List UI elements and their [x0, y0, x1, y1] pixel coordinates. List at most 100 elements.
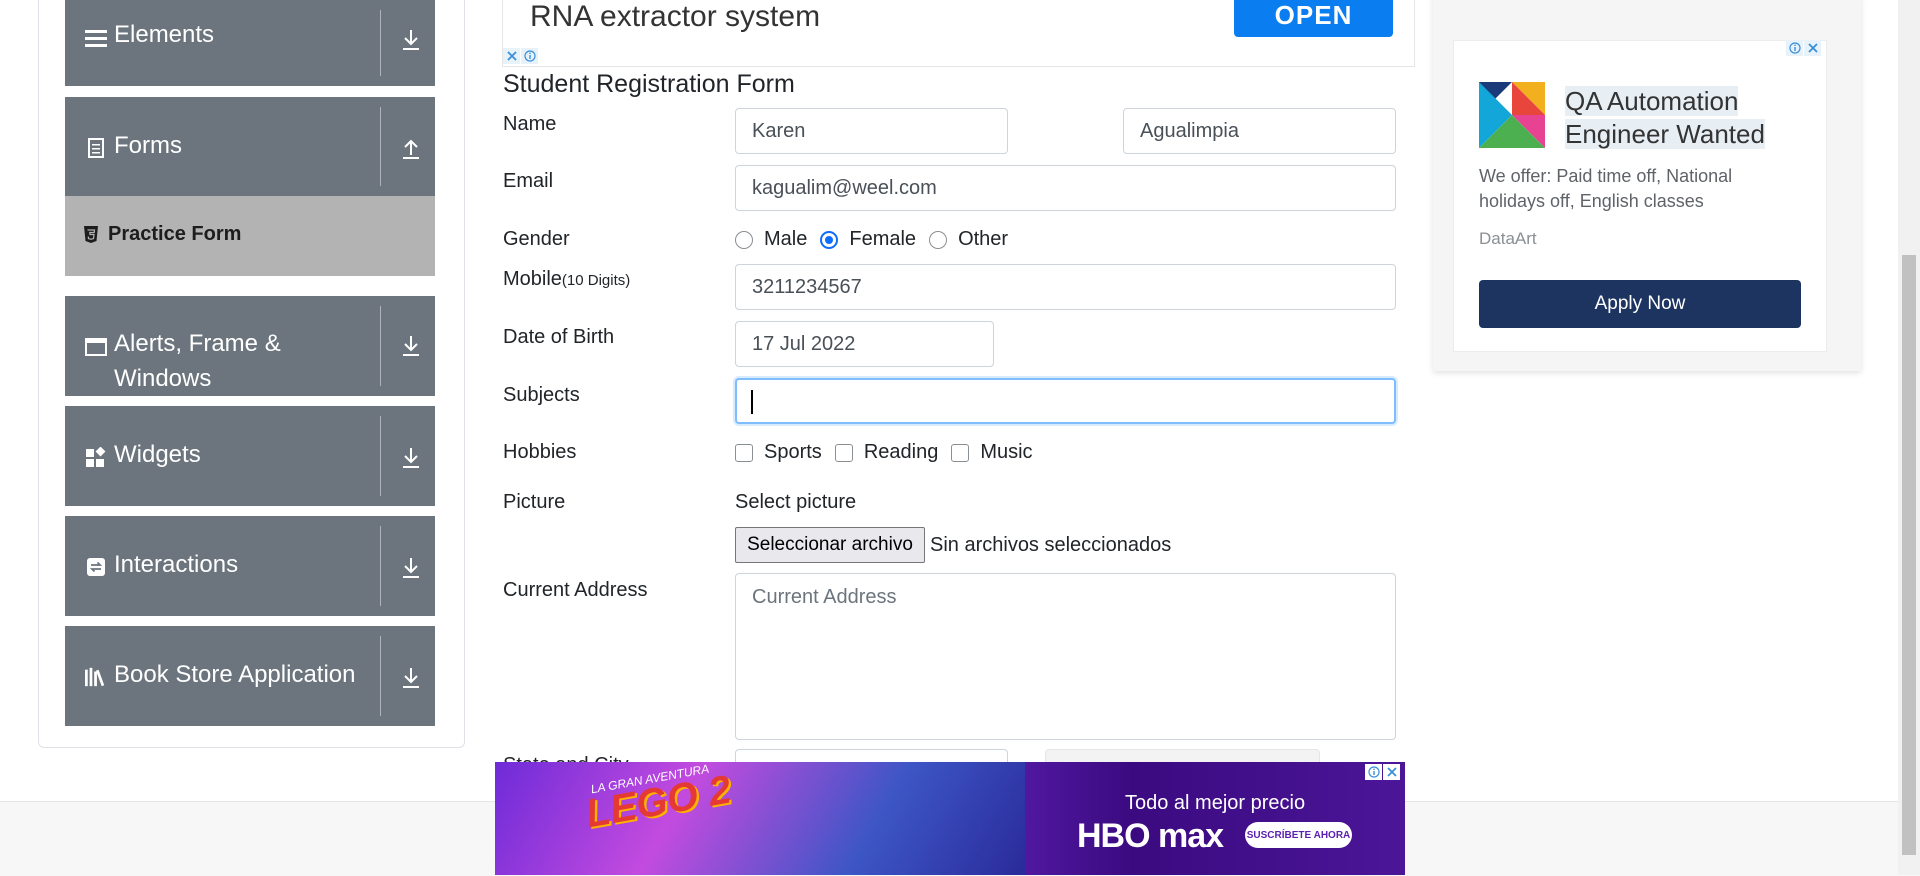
checkbox-music[interactable]: [951, 443, 970, 462]
email-label: Email: [503, 170, 554, 192]
hobbies-label: Hobbies: [503, 441, 577, 463]
download-arrow-icon[interactable]: [398, 444, 424, 472]
choose-file-button[interactable]: Seleccionar archivo: [735, 527, 925, 563]
upload-arrow-icon[interactable]: [398, 135, 424, 163]
hobby-reading[interactable]: Reading: [834, 441, 939, 464]
mobile-input[interactable]: 3211234567: [735, 264, 1396, 310]
text-caret: [751, 390, 753, 414]
dataart-logo-icon: [1479, 82, 1545, 148]
info-icon[interactable]: [1786, 40, 1803, 56]
ad-open-button[interactable]: OPEN: [1234, 0, 1393, 37]
sidebar-item-practice-form[interactable]: Practice Form: [65, 196, 435, 276]
widgets-icon: [85, 446, 107, 468]
sidebar-group-label: Elements: [114, 21, 215, 48]
hobby-sports[interactable]: Sports: [735, 441, 822, 464]
name-label: Name: [503, 113, 557, 135]
divider: [380, 636, 381, 716]
divider: [380, 526, 381, 606]
sidebar-group-widgets[interactable]: Widgets: [65, 406, 435, 506]
file-status-text: Sin archivos seleccionados: [930, 534, 1172, 556]
radio-label: Male: [764, 228, 808, 250]
close-icon[interactable]: [1383, 764, 1400, 780]
ad-brand-logo: HBO max: [1077, 817, 1224, 855]
info-icon[interactable]: [1365, 764, 1382, 780]
sidebar-group-label: Interactions: [114, 551, 239, 578]
sidebar-group-label: Alerts, Frame &: [114, 330, 281, 357]
mobile-label-text: Mobile: [503, 268, 562, 290]
divider: [380, 107, 381, 186]
divider: [380, 416, 381, 496]
mobile-hint: (10 Digits): [561, 272, 631, 289]
ad-choices[interactable]: [1786, 40, 1821, 56]
hamburger-icon: [85, 27, 107, 49]
download-arrow-icon[interactable]: [398, 664, 424, 692]
dob-label: Date of Birth: [503, 326, 615, 348]
close-icon[interactable]: [503, 48, 520, 64]
top-ad-banner[interactable]: RNA extractor system OPEN: [502, 0, 1415, 67]
ad-brand: DataArt: [1479, 229, 1537, 248]
email-input[interactable]: kagualim@weel.com: [735, 165, 1396, 211]
divider: [380, 10, 381, 76]
gender-option-female[interactable]: Female: [820, 228, 916, 251]
checkbox-label: Sports: [764, 441, 822, 463]
current-address-label: Current Address: [503, 579, 648, 601]
interactions-icon: [85, 556, 107, 578]
ad-promo-text: Todo al mejor precio: [1125, 792, 1306, 814]
sidebar-group-label: Forms: [114, 132, 182, 159]
gender-option-other[interactable]: Other: [929, 228, 1008, 251]
right-ad-card[interactable]: QA Automation Engineer Wanted We offer: P…: [1453, 40, 1827, 352]
subjects-input[interactable]: [735, 378, 1396, 424]
html5-icon: [83, 226, 99, 244]
gender-label: Gender: [503, 228, 570, 250]
ad-choices[interactable]: [503, 48, 538, 64]
checkbox-label: Reading: [863, 441, 939, 463]
date-of-birth-input[interactable]: 17 Jul 2022: [735, 321, 994, 367]
subscribe-button[interactable]: SUSCRÍBETE AHORA: [1245, 822, 1352, 848]
subjects-label: Subjects: [503, 384, 580, 406]
radio-male[interactable]: [735, 230, 753, 249]
first-name-input[interactable]: Karen: [735, 108, 1008, 154]
picture-label: Picture: [503, 491, 566, 513]
apply-now-button[interactable]: Apply Now: [1479, 280, 1801, 328]
last-name-input[interactable]: Agualimpia: [1123, 108, 1396, 154]
radio-label: Other: [958, 228, 1009, 250]
hobbies-options: Sports Reading Music: [735, 441, 1046, 464]
sidebar-group-forms[interactable]: Forms: [65, 97, 435, 196]
sidebar-group-label: Widgets: [114, 441, 201, 468]
ad-title-line2: Engineer Wanted: [1565, 119, 1765, 149]
download-arrow-icon[interactable]: [398, 332, 424, 360]
window-icon: [85, 336, 107, 358]
close-icon[interactable]: [1804, 40, 1821, 56]
gender-option-male[interactable]: Male: [735, 228, 807, 251]
sidebar-group-elements[interactable]: Elements: [65, 0, 435, 86]
sidebar-group-label: Book Store Application: [114, 661, 356, 688]
ad-headline: RNA extractor system: [530, 0, 821, 33]
info-icon[interactable]: [521, 48, 538, 64]
divider: [380, 306, 381, 386]
books-icon: [85, 666, 107, 688]
ad-choices[interactable]: [1365, 764, 1400, 780]
sidebar-group-book-store[interactable]: Book Store Application: [65, 626, 435, 726]
current-address-textarea[interactable]: Current Address: [735, 573, 1396, 740]
sidebar-item-label: Practice Form: [108, 223, 242, 245]
form-title: Student Registration Form: [503, 70, 795, 98]
download-arrow-icon[interactable]: [398, 554, 424, 582]
hobby-music[interactable]: Music: [951, 441, 1033, 464]
scrollbar-thumb[interactable]: [1902, 255, 1916, 855]
document-icon: [85, 137, 107, 159]
mobile-label: Mobile(10 Digits): [503, 268, 630, 291]
checkbox-reading[interactable]: [834, 443, 853, 462]
sidebar-group-label-line2: Windows: [114, 365, 212, 392]
download-arrow-icon[interactable]: [398, 26, 424, 54]
radio-other[interactable]: [929, 230, 948, 249]
ad-job-title: QA Automation Engineer Wanted: [1565, 85, 1805, 151]
radio-female[interactable]: [820, 230, 839, 249]
sidebar-group-interactions[interactable]: Interactions: [65, 516, 435, 616]
select-picture-label: Select picture: [735, 491, 857, 513]
gender-options: Male Female Other: [735, 228, 1021, 251]
ad-title-line1: QA Automation: [1565, 86, 1739, 116]
bottom-ad-banner[interactable]: LA GRAN AVENTURA LEGO 2 Todo al mejor pr…: [495, 762, 1405, 875]
lego-movie-artwork: LA GRAN AVENTURA LEGO 2: [495, 762, 1025, 875]
sidebar-group-alerts[interactable]: Alerts, Frame & Windows: [65, 296, 435, 396]
checkbox-sports[interactable]: [735, 443, 753, 462]
